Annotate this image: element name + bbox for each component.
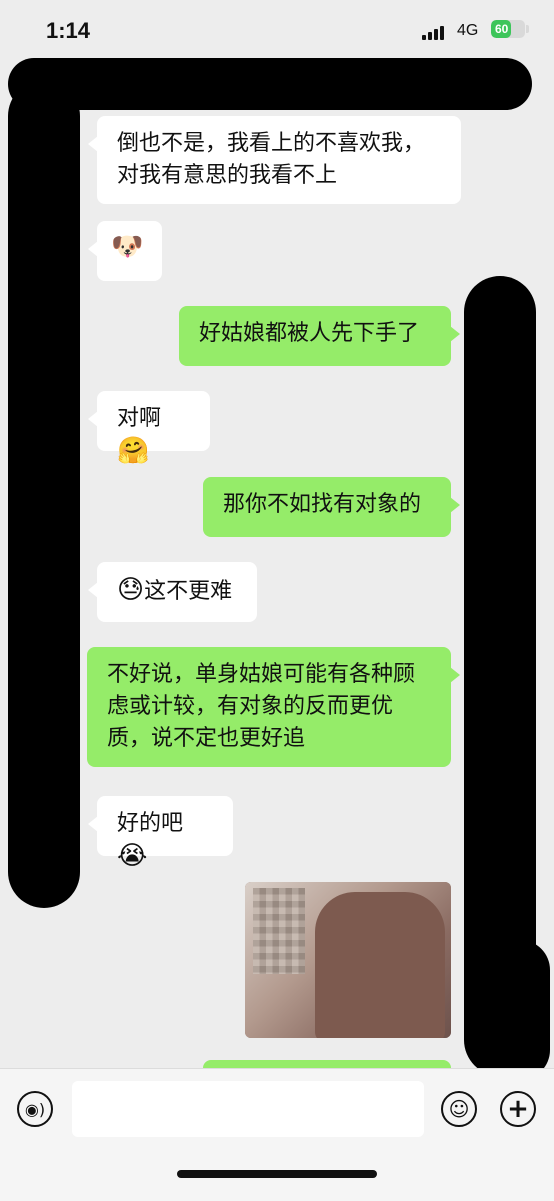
battery-tip (526, 25, 529, 33)
message-bubble[interactable]: 不好说，单身姑娘可能有各种顾虑或计较，有对象的反而更优质，说不定也更好追 (87, 647, 460, 767)
voice-button[interactable]: ◉) (17, 1091, 53, 1127)
dog-emoji: 🐶 (111, 232, 144, 262)
emoji-button[interactable]: ☺ (441, 1091, 477, 1127)
message-bubble[interactable]: 对啊 🤗 (88, 391, 210, 466)
plus-icon: + (507, 1094, 529, 1124)
message-bubble[interactable]: 😓这不更难 (88, 562, 257, 622)
home-indicator (177, 1170, 377, 1178)
message-text: 对啊 (117, 406, 162, 431)
plus-button[interactable]: + (500, 1091, 536, 1127)
status-time: 1:14 (46, 18, 91, 43)
message-bubble[interactable]: 🐶 (88, 221, 162, 281)
signal-icon (422, 26, 448, 40)
message-bubble[interactable]: 倒也不是，我看上的不喜欢我，对我有意思的我看不上 (88, 116, 461, 204)
message-bubble[interactable]: 好的吧 😭 (88, 796, 233, 871)
voice-icon: ◉) (24, 1099, 46, 1119)
redaction-mark (8, 80, 80, 908)
hug-emoji: 🤗 (117, 436, 150, 466)
message-text: 倒也不是，我看上的不喜欢我，对我有意思的我看不上 (117, 131, 426, 188)
cry-emoji: 😭 (117, 841, 148, 871)
image-message[interactable] (245, 882, 451, 1038)
sweat-emoji: 😓 (117, 575, 145, 605)
battery-icon: 60 (491, 20, 525, 38)
message-text: 好姑娘都被人先下手了 (199, 321, 420, 346)
battery-level: 60 (495, 22, 509, 36)
emoji-icon: ☺ (448, 1097, 470, 1121)
photo-mosaic (253, 888, 305, 974)
message-text: 那你不如找有对象的 (223, 492, 422, 517)
input-bar: ◉) ☺ + (0, 1068, 554, 1201)
message-bubble[interactable] (203, 1060, 451, 1068)
message-text: 好的吧 (117, 811, 184, 836)
message-text: 这不更难 (144, 579, 233, 604)
message-bubble[interactable]: 那你不如找有对象的 (203, 477, 460, 537)
photo-figure (315, 892, 445, 1038)
message-input[interactable] (72, 1081, 424, 1137)
redaction-mark (8, 58, 532, 110)
message-text: 不好说，单身姑娘可能有各种顾虑或计较，有对象的反而更优质，说不定也更好追 (107, 662, 416, 751)
redaction-mark (490, 940, 550, 1080)
network-label: 4G (457, 22, 479, 39)
status-bar: 1:14 4G 60 (0, 0, 554, 60)
message-bubble[interactable]: 好姑娘都被人先下手了 (179, 306, 460, 366)
